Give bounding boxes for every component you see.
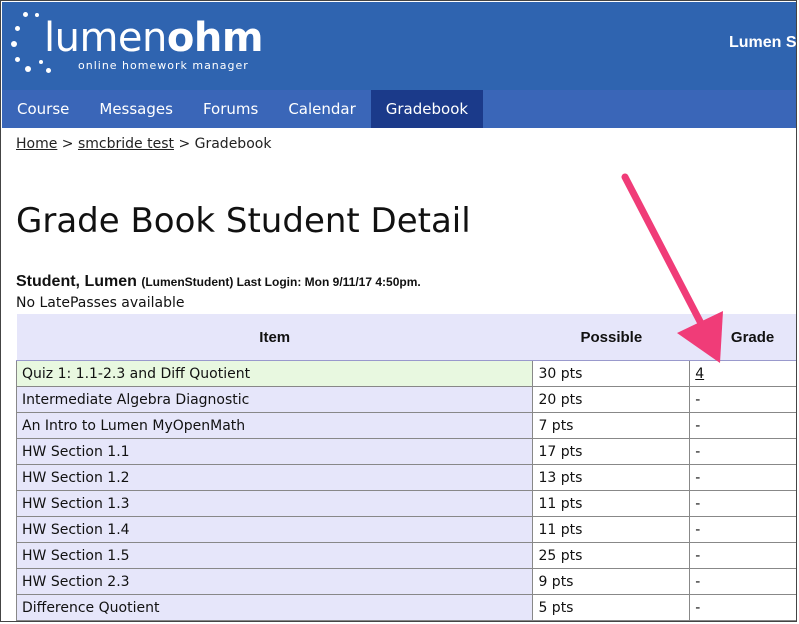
nav-calendar[interactable]: Calendar bbox=[273, 90, 370, 128]
grade-cell: - bbox=[689, 412, 796, 439]
column-header-grade[interactable]: Grade bbox=[689, 314, 796, 361]
possible-cell: 7 pts bbox=[532, 412, 691, 439]
possible-cell: 11 pts bbox=[532, 516, 691, 543]
page-title: Grade Book Student Detail bbox=[16, 201, 471, 241]
item-cell: Difference Quotient bbox=[15, 594, 534, 621]
grade-cell: - bbox=[689, 568, 796, 595]
gradebook-table-container: Item Possible Grade Quiz 1: 1.1-2.3 and … bbox=[15, 314, 796, 621]
item-cell: HW Section 1.4 bbox=[15, 516, 534, 543]
breadcrumb-course-link[interactable]: smcbride test bbox=[78, 136, 174, 152]
breadcrumb-separator: > bbox=[178, 136, 191, 152]
nav-forums[interactable]: Forums bbox=[188, 90, 273, 128]
table-row: HW Section 1.4 11 pts - bbox=[15, 516, 796, 543]
grade-cell: - bbox=[689, 542, 796, 569]
table-row: HW Section 2.3 9 pts - bbox=[15, 568, 796, 595]
student-info: Student, Lumen (LumenStudent) Last Login… bbox=[16, 273, 421, 291]
possible-cell: 25 pts bbox=[532, 542, 691, 569]
grade-cell: - bbox=[689, 516, 796, 543]
possible-cell: 30 pts bbox=[532, 360, 691, 387]
column-header-item[interactable]: Item bbox=[16, 314, 533, 361]
item-cell: HW Section 2.3 bbox=[15, 568, 534, 595]
grade-cell: - bbox=[689, 386, 796, 413]
nav-gradebook[interactable]: Gradebook bbox=[370, 90, 484, 128]
latepass-status: No LatePasses available bbox=[16, 295, 185, 311]
item-cell: HW Section 1.1 bbox=[15, 438, 534, 465]
student-name: Student, Lumen bbox=[16, 273, 137, 290]
breadcrumb-home-link[interactable]: Home bbox=[16, 136, 57, 152]
grade-cell: 4 bbox=[689, 360, 796, 387]
grade-cell: - bbox=[689, 438, 796, 465]
table-row: HW Section 1.3 11 pts - bbox=[15, 490, 796, 517]
grade-cell: - bbox=[689, 594, 796, 621]
item-cell: HW Section 1.3 bbox=[15, 490, 534, 517]
grade-cell: - bbox=[689, 490, 796, 517]
logo-wordmark[interactable]: lumenohm bbox=[44, 16, 264, 60]
breadcrumb: Home > smcbride test > Gradebook bbox=[16, 136, 271, 152]
student-meta: (LumenStudent) Last Login: Mon 9/11/17 4… bbox=[141, 275, 421, 289]
possible-cell: 11 pts bbox=[532, 490, 691, 517]
breadcrumb-current: Gradebook bbox=[194, 136, 272, 152]
item-cell: Intermediate Algebra Diagnostic bbox=[15, 386, 534, 413]
item-cell: HW Section 1.2 bbox=[15, 464, 534, 491]
table-row: Difference Quotient 5 pts - bbox=[15, 594, 796, 621]
possible-cell: 17 pts bbox=[532, 438, 691, 465]
item-cell: Quiz 1: 1.1-2.3 and Diff Quotient bbox=[15, 360, 534, 387]
grade-cell: - bbox=[689, 464, 796, 491]
grade-link[interactable]: 4 bbox=[695, 366, 704, 382]
possible-cell: 20 pts bbox=[532, 386, 691, 413]
breadcrumb-separator: > bbox=[61, 136, 74, 152]
logo-tagline: online homework manager bbox=[78, 59, 249, 72]
main-nav: Course Messages Forums Calendar Gradeboo… bbox=[2, 90, 796, 128]
table-row: Quiz 1: 1.1-2.3 and Diff Quotient 30 pts… bbox=[15, 360, 796, 387]
browser-frame: lumenohm online homework manager Lumen S… bbox=[0, 0, 797, 622]
table-row: HW Section 1.5 25 pts - bbox=[15, 542, 796, 569]
item-cell: An Intro to Lumen MyOpenMath bbox=[15, 412, 534, 439]
item-cell: HW Section 1.5 bbox=[15, 542, 534, 569]
possible-cell: 9 pts bbox=[532, 568, 691, 595]
nav-messages[interactable]: Messages bbox=[84, 90, 188, 128]
column-header-possible[interactable]: Possible bbox=[532, 314, 690, 361]
table-row: An Intro to Lumen MyOpenMath 7 pts - bbox=[15, 412, 796, 439]
table-row: Intermediate Algebra Diagnostic 20 pts - bbox=[15, 386, 796, 413]
gradebook-table: Item Possible Grade Quiz 1: 1.1-2.3 and … bbox=[15, 314, 796, 621]
user-name-link[interactable]: Lumen St bbox=[729, 34, 796, 52]
site-header: lumenohm online homework manager Lumen S… bbox=[2, 2, 796, 90]
possible-cell: 13 pts bbox=[532, 464, 691, 491]
possible-cell: 5 pts bbox=[532, 594, 691, 621]
nav-course[interactable]: Course bbox=[2, 90, 84, 128]
table-row: HW Section 1.2 13 pts - bbox=[15, 464, 796, 491]
table-row: HW Section 1.1 17 pts - bbox=[15, 438, 796, 465]
